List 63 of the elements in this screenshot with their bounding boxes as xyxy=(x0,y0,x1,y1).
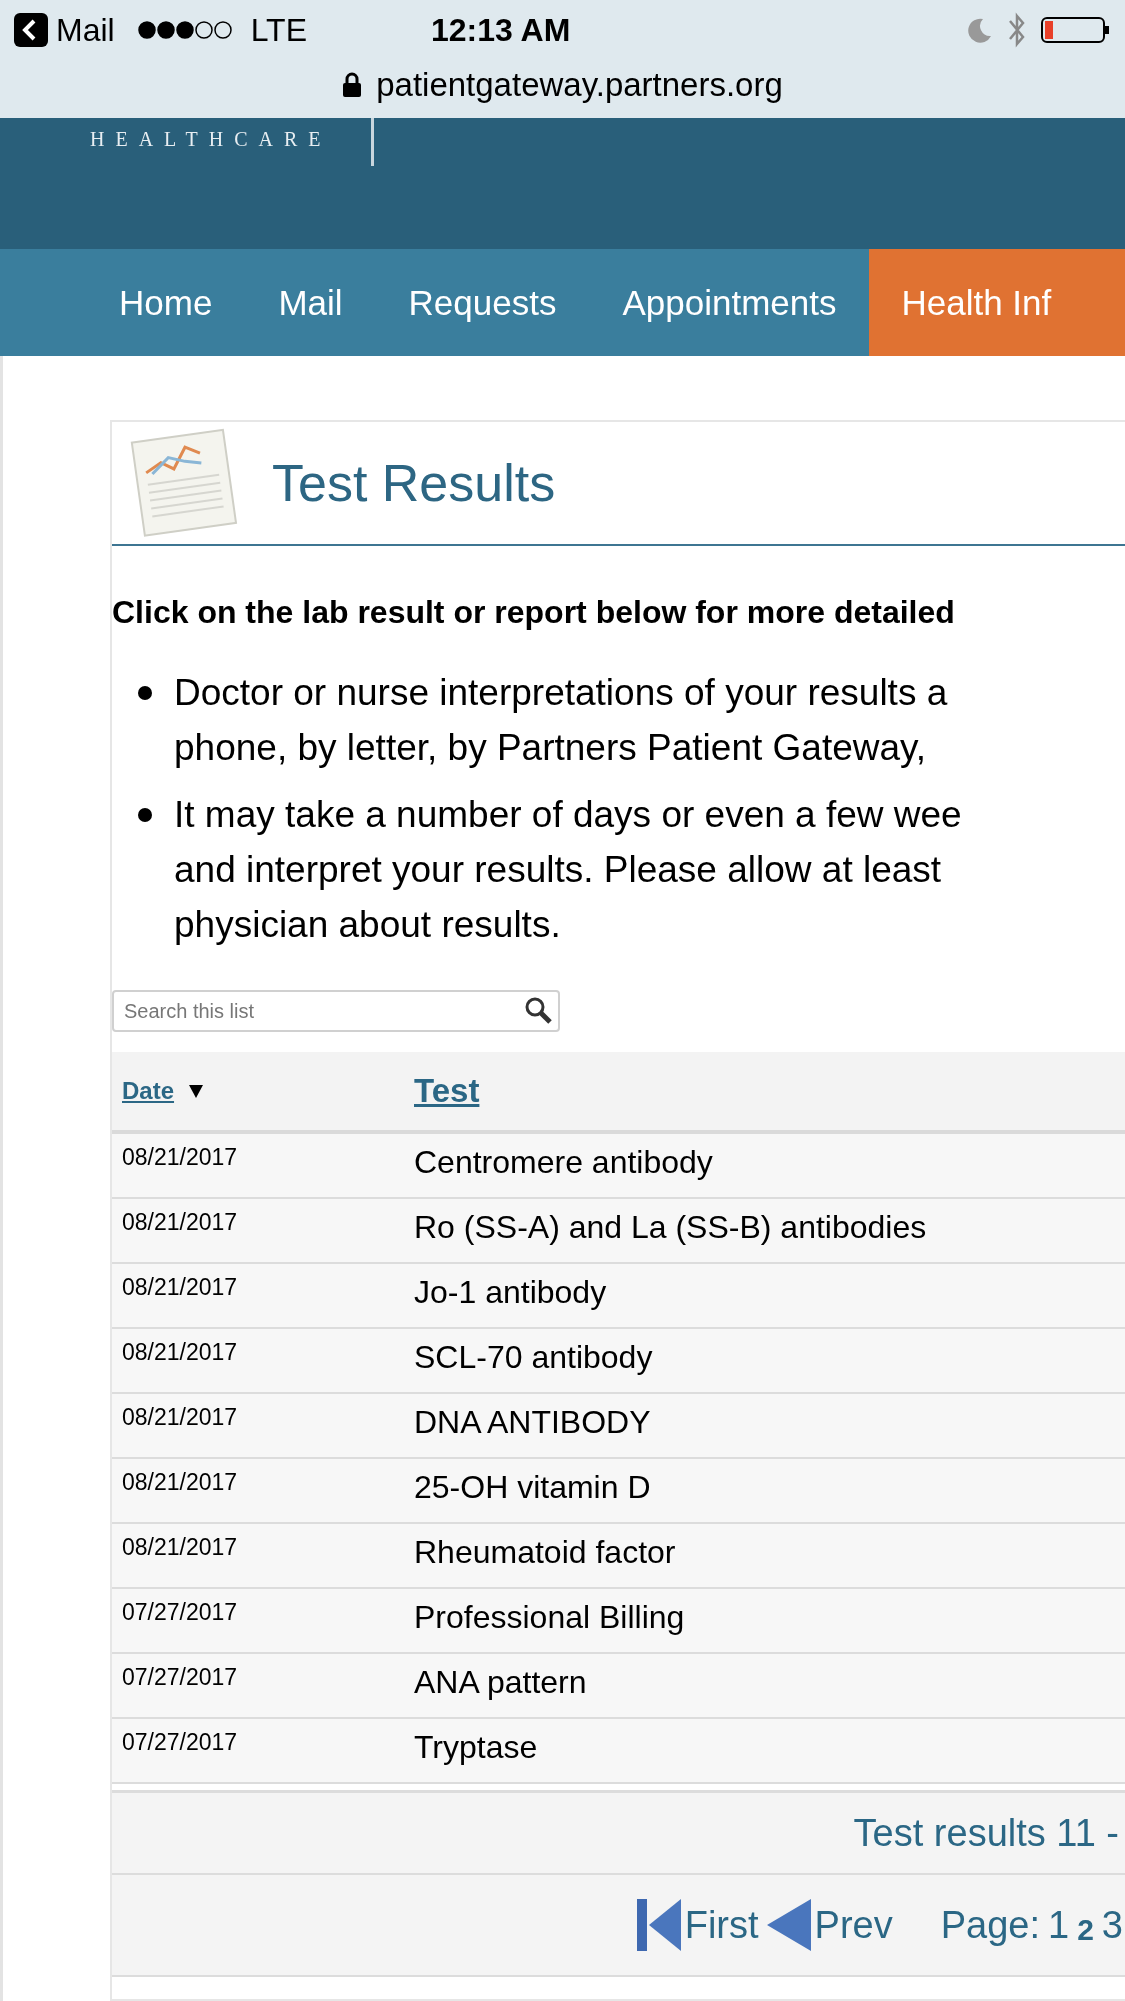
nav-tab[interactable]: Home xyxy=(86,249,246,356)
clock-time: 12:13 AM xyxy=(431,11,571,49)
search-icon[interactable] xyxy=(524,996,552,1024)
test-cell-text: Rheumatoid factor xyxy=(413,1533,676,1572)
test-cell-text: DNA ANTIBODY xyxy=(413,1403,651,1442)
date-cell-text: 08/21/2017 xyxy=(121,1208,239,1237)
intro-text: Click on the lab result or report below for more detailed xyxy=(112,594,956,631)
date-cell-text: 08/21/2017 xyxy=(121,1338,239,1367)
date-cell-text: 08/21/2017 xyxy=(121,1273,239,1302)
test-cell-text: ANA pattern xyxy=(413,1663,587,1702)
nav-tab[interactable]: Appointments xyxy=(589,249,870,356)
date-cell-text: 08/21/2017 xyxy=(121,1403,239,1432)
date-cell-text: 07/27/2017 xyxy=(121,1598,239,1627)
table-row[interactable]: 07/27/2017 ANA pattern xyxy=(112,1654,1125,1719)
date-cell-text: 07/27/2017 xyxy=(121,1728,239,1757)
test-cell-text: SCL-70 antibody xyxy=(413,1338,653,1377)
table-row[interactable]: 08/21/2017 DNA ANTIBODY xyxy=(112,1394,1125,1459)
test-cell-text: Ro (SS-A) and La (SS-B) antibodies xyxy=(413,1208,927,1247)
page-label: Page: xyxy=(940,1903,1041,1947)
network-type: LTE xyxy=(250,11,307,49)
test-cell-text: 25-OH vitamin D xyxy=(413,1468,651,1507)
page-number[interactable]: 3 xyxy=(1101,1903,1123,1947)
column-header[interactable]: Test xyxy=(404,1072,480,1110)
date-cell-text: 08/21/2017 xyxy=(121,1468,239,1497)
search-field[interactable]: Search this list xyxy=(112,990,560,1032)
table-row[interactable]: 08/21/2017 Centromere antibody xyxy=(112,1134,1125,1199)
first-page-link[interactable]: First xyxy=(636,1899,759,1951)
page-url[interactable]: patientgateway.partners.org xyxy=(376,66,783,104)
results-count: Test results 11 - xyxy=(853,1811,1119,1855)
table-row[interactable]: 08/21/2017 SCL-70 antibody xyxy=(112,1329,1125,1394)
page-title: Test Results xyxy=(272,453,556,513)
table-row[interactable]: 08/21/2017 Rheumatoid factor xyxy=(112,1524,1125,1589)
nav-tab[interactable]: Mail xyxy=(245,249,376,356)
table-row[interactable]: 08/21/2017 25-OH vitamin D xyxy=(112,1459,1125,1524)
page-number[interactable]: 2 xyxy=(1077,1913,1094,1947)
table-row[interactable]: 07/27/2017 Tryptase xyxy=(112,1719,1125,1784)
nav-tab[interactable]: Requests xyxy=(375,249,590,356)
test-cell-text: Centromere antibody xyxy=(413,1143,713,1182)
table-row[interactable]: 08/21/2017 Jo-1 antibody xyxy=(112,1264,1125,1329)
moon-icon xyxy=(965,16,993,44)
column-header[interactable]: Date xyxy=(112,1077,404,1105)
table-row[interactable]: 07/27/2017 Professional Billing xyxy=(112,1589,1125,1654)
bullet-text: It may take a number of days or even a few wee and interpret your results. Please allow at least physician about results. xyxy=(174,793,962,947)
battery-icon xyxy=(1041,16,1111,44)
date-cell-text: 08/21/2017 xyxy=(121,1533,239,1562)
previous-page-icon xyxy=(766,1899,811,1951)
date-cell-text: 07/27/2017 xyxy=(121,1663,239,1692)
bullet-text: Doctor or nurse interpretations of your results a phone, by letter, by Partners Patient Gateway, xyxy=(174,671,948,770)
lock-icon xyxy=(342,72,363,98)
bullet-icon xyxy=(138,808,152,822)
date-cell-text: 08/21/2017 xyxy=(121,1143,239,1172)
previous-page-link[interactable]: Prev xyxy=(766,1899,893,1951)
bullet-icon xyxy=(138,686,152,700)
test-cell-text: Jo-1 antibody xyxy=(413,1273,607,1312)
first-page-icon xyxy=(636,1899,681,1951)
page-number[interactable]: 1 xyxy=(1048,1903,1070,1947)
back-icon[interactable] xyxy=(14,13,48,47)
back-label[interactable]: Mail xyxy=(56,11,115,49)
logo-text: HEALTHCARE xyxy=(90,128,332,151)
test-cell-text: Tryptase xyxy=(413,1728,538,1767)
test-cell-text: Professional Billing xyxy=(413,1598,685,1637)
table-row[interactable]: 08/21/2017 Ro (SS-A) and La (SS-B) antibodies xyxy=(112,1199,1125,1264)
bluetooth-icon xyxy=(1007,12,1027,48)
